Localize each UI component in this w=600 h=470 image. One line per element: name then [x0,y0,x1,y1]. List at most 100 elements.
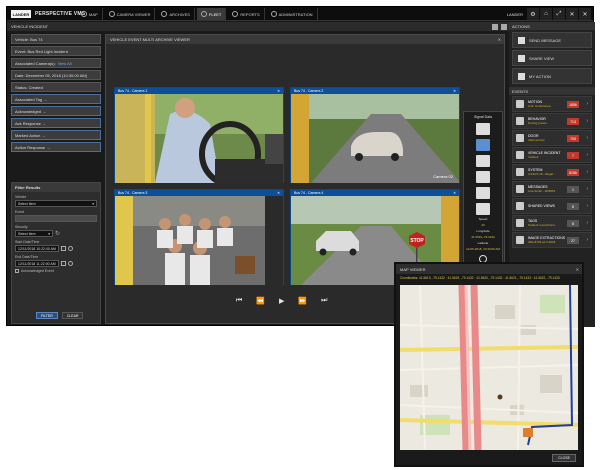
event-system[interactable]: SYSTEM CASUS 18 - Illegal ... 8156 › [512,164,592,180]
event-image-extractions[interactable]: IMAGE EXTRACTIONS IMG-8726 as 3.2018 27 › [512,232,592,248]
share-icon [516,202,524,210]
event-text: SYSTEM CASUS 18 - Illegal ... [528,168,556,176]
location-pin-icon[interactable] [497,394,503,400]
tab-reports[interactable]: REPORTS [228,8,265,20]
ack-checkbox[interactable] [15,269,19,273]
vehicle-select[interactable]: Select Item ▾ [15,200,97,207]
security-select[interactable]: Select Item ▾ [15,230,53,237]
user-label[interactable]: LANDER [504,8,526,20]
close-button[interactable]: CLOSE [552,454,576,462]
rewind-icon[interactable]: ⏪ [256,297,265,305]
ack-response-field[interactable]: Ack Response → [11,118,101,128]
lander-logo: LANDER [11,10,31,18]
camera-title: Bus 74 - Camera 1 [118,89,148,93]
play-icon[interactable]: ▶ [279,297,284,305]
cameras-field: Associated Camera(s): View All [11,58,101,68]
skip-forward-icon[interactable]: ⏭ [321,297,327,305]
filter-button[interactable]: FILTER [36,312,58,319]
close-icon[interactable]: ✕ [453,89,456,93]
archive-icon [161,11,168,17]
tab-label: ARCHIVES [169,11,190,17]
chevron-right-icon: › [586,203,588,209]
signal-button-4[interactable] [476,171,490,183]
calendar-icon[interactable] [61,246,66,251]
event-vehicle-incident[interactable]: VEHICLE INCIDENT Incident 7 › [512,147,592,163]
event-sub: Valid access [528,138,545,142]
signal-button-6[interactable] [476,203,490,215]
signal-button-5[interactable] [476,187,490,199]
globe-icon [81,11,87,17]
tab-label: REPORTS [240,11,260,17]
calendar-icon[interactable] [61,261,66,266]
end-date-input[interactable]: 12/11/2018 11:22:00 AM [15,260,59,267]
chevron-right-icon: › [586,220,588,226]
tab-administration[interactable]: ADMINISTRATION [267,8,318,20]
vehicle-marker-icon[interactable] [523,428,533,437]
close-panel-icon[interactable]: ✕ [566,8,578,20]
close-icon[interactable]: ✕ [498,37,501,42]
event-behavior[interactable]: BEHAVIOR Driving preser... 713 › [512,113,592,129]
event-sub: Incident [528,155,539,159]
home-icon[interactable]: ⌂ [540,8,552,20]
my-action-button[interactable]: MY ACTION [512,68,592,84]
grid-layout-icon[interactable] [492,24,498,30]
door-icon [516,134,524,142]
clear-button[interactable]: CLEAR [61,312,84,319]
tab-fleet[interactable]: FLEET [196,8,227,20]
actions-title: ACTIONS [512,23,530,29]
event-door[interactable]: DOOR Valid access 705 › [512,130,592,146]
start-date-input[interactable]: 12/11/2018 10:22:00 AM [15,245,59,252]
event-sub: Lisa Smith - ZD3651 [528,189,556,193]
map-canvas[interactable] [400,285,578,450]
event-tags[interactable]: TAGS Student record fram... 8 › [512,215,592,231]
close-icon[interactable]: ✕ [277,89,280,93]
message-icon [518,36,525,44]
speed-label: Speed [478,217,488,221]
close-icon[interactable]: ✕ [453,191,456,195]
event-motion[interactable]: MOTION Unit: Conference... 1856 › [512,96,592,112]
view-all-link[interactable]: View All [58,61,72,66]
list-layout-icon[interactable] [501,24,507,30]
fullscreen-icon[interactable]: ⤢ [553,8,565,20]
chevron-down-icon: ▾ [48,231,50,236]
skip-back-icon[interactable]: ⏮ [236,297,242,305]
tab-archives[interactable]: ARCHIVES [157,8,195,20]
clock-icon[interactable] [68,246,73,251]
event-text: DOOR Valid access [528,134,545,142]
warning-icon [516,117,524,125]
camera-tile-3[interactable]: Bus 74 - Camera 3 ✕ [114,189,284,285]
refresh-icon[interactable]: ↻ [55,230,60,237]
signal-button-1[interactable] [476,123,490,135]
marked-action-field[interactable]: Marked Action → [11,130,101,140]
close-icon[interactable]: ✕ [277,191,280,195]
action-response-field[interactable]: Action Response → [11,142,101,152]
motion-icon [516,100,524,108]
associated-tag-field[interactable]: Associated Tag → [11,94,101,104]
security-select-value: Select Item [18,231,36,236]
share-view-button[interactable]: SHARE VIEW [512,50,592,66]
bus-icon [200,11,207,17]
close-icon[interactable]: ✕ [576,267,579,272]
camera-tile-1[interactable]: Bus 74 - Camera 1 ✕ [114,87,284,183]
playback-controls: ⏮ ⏪ ▶ ⏩ ⏭ [236,297,327,305]
settings-icon[interactable]: ⚙ [527,8,539,20]
fast-forward-icon[interactable]: ⏩ [298,297,307,305]
signal-button-2[interactable] [476,139,490,151]
camera-title: Bus 74 - Camera 2 [294,89,324,93]
event-shared-views[interactable]: SHARED VIEWS 8 › [512,198,592,214]
app-root: LANDER PERSPECTIVE VMS MAP CAMERA VIEWER… [0,0,600,470]
acknowledged-field[interactable]: Acknowledged → [11,106,101,116]
signal-button-3[interactable] [476,155,490,167]
wrench-icon [270,11,277,17]
send-message-button[interactable]: SEND MESSAGE [512,32,592,48]
tab-camera-viewer[interactable]: CAMERA VIEWER [105,8,156,20]
event-input[interactable] [15,215,97,222]
ack-checkbox-row[interactable]: Acknowledged Event [15,269,97,273]
tab-map[interactable]: MAP [77,8,103,20]
close-icon[interactable]: ✕ [579,8,591,20]
event-count-badge: 8156 [567,169,579,176]
event-messages[interactable]: MESSAGES Lisa Smith - ZD3651 1 › [512,181,592,197]
clock-icon[interactable] [68,261,73,266]
vehicle-label: Vehicle [15,195,27,199]
camera-tile-2[interactable]: Bus 74 - Camera 2 ✕ Camera 02 [290,87,460,183]
